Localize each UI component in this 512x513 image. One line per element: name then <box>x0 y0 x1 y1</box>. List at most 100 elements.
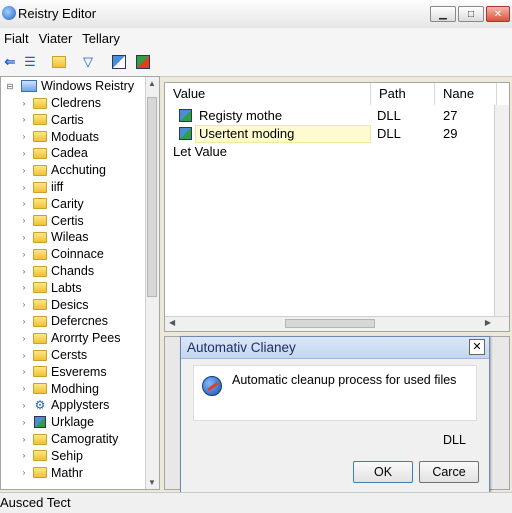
tree-item[interactable]: › Desics <box>1 297 89 313</box>
tree-item[interactable]: › Urklage <box>1 414 94 430</box>
column-header-value[interactable]: Value <box>165 83 371 105</box>
expand-arrow-icon[interactable]: › <box>19 283 29 292</box>
expand-arrow-icon[interactable]: › <box>19 317 29 326</box>
list-row[interactable]: Usertent moding DLL 29 1 <box>165 125 502 143</box>
tree-item[interactable]: › Cadea <box>1 145 88 161</box>
expand-arrow-icon[interactable]: › <box>19 99 29 108</box>
values-list[interactable]: Value Path Nane Registy mothe DLL 27 2 U… <box>164 82 510 332</box>
scroll-down-arrow-icon[interactable]: ▼ <box>148 478 156 487</box>
folder-icon <box>33 147 47 159</box>
tree-item[interactable]: › Cartis <box>1 112 84 128</box>
tree-item[interactable]: › Sehip <box>1 448 83 464</box>
scroll-left-arrow-icon[interactable]: ◀ <box>169 318 175 327</box>
tree-vertical-scrollbar[interactable]: ▲ ▼ <box>145 77 159 489</box>
expand-arrow-icon[interactable]: › <box>19 384 29 393</box>
tree-item[interactable]: › Acchuting <box>1 162 106 178</box>
expand-arrow-icon[interactable]: › <box>19 334 29 343</box>
row-value: Registy mothe <box>199 108 283 123</box>
folder-icon <box>33 181 47 193</box>
expand-arrow-icon[interactable]: › <box>19 468 29 477</box>
tree-item[interactable]: › Arorrty Pees <box>1 330 121 346</box>
expand-arrow-icon[interactable]: › <box>19 418 29 427</box>
registry-tree[interactable]: ⊟ Windows Reistry › Cledrens › Cartis › Moduats… <box>0 76 160 490</box>
folder-icon <box>33 315 47 327</box>
list-horizontal-scrollbar[interactable]: ◀ ▶ <box>165 316 509 331</box>
filter-icon[interactable]: ▽ <box>80 54 96 70</box>
list-vertical-scrollbar[interactable] <box>494 105 509 317</box>
app-icon <box>34 416 46 429</box>
minimize-button[interactable]: ▁ <box>430 6 456 22</box>
tree-item-label: Applysters <box>51 398 110 413</box>
expand-arrow-icon[interactable]: › <box>19 183 29 192</box>
tree-item[interactable]: › Chands <box>1 263 94 279</box>
dialog-close-button[interactable]: ✕ <box>469 339 485 355</box>
expand-arrow-icon[interactable]: › <box>19 401 29 410</box>
ok-button[interactable]: OK <box>353 461 413 483</box>
tree-item-label: Urklage <box>51 415 95 430</box>
row-name: 29 <box>443 126 458 141</box>
cleanup-dialog: Automativ Clianey ✕ Automatic cleanup pr… <box>180 336 490 494</box>
tree-item[interactable]: › Esverems <box>1 364 107 380</box>
expand-arrow-icon[interactable]: › <box>19 132 29 141</box>
folder-tool-icon[interactable] <box>52 54 68 70</box>
tree-item[interactable]: › Coinnace <box>1 246 104 262</box>
tree-item-label: Modhing <box>51 381 99 396</box>
tree-item-label: Acchuting <box>51 163 106 178</box>
row-path: DLL <box>377 126 401 141</box>
expand-minus-icon[interactable]: ⊟ <box>5 82 15 91</box>
tree-item[interactable]: › Certis <box>1 213 84 229</box>
expand-arrow-icon[interactable]: › <box>19 451 29 460</box>
tree-item[interactable]: › Mathr <box>1 465 83 481</box>
back-arrow-icon[interactable]: ⇐ <box>2 54 18 70</box>
tree-item[interactable]: › Moduats <box>1 129 99 145</box>
folder-icon <box>33 467 47 479</box>
tree-item[interactable]: › iiff <box>1 179 64 195</box>
tree-scroll-thumb[interactable] <box>147 97 157 297</box>
expand-arrow-icon[interactable]: › <box>19 149 29 158</box>
maximize-button[interactable]: □ <box>458 6 484 22</box>
tree-item-label: Moduats <box>51 129 99 144</box>
expand-arrow-icon[interactable]: › <box>19 367 29 376</box>
tree-item[interactable]: › Cledrens <box>1 95 101 111</box>
folder-icon <box>33 299 47 311</box>
tree-item[interactable]: › Modhing <box>1 381 99 397</box>
expand-arrow-icon[interactable]: › <box>19 250 29 259</box>
list-hscroll-thumb[interactable] <box>285 319 375 328</box>
expand-arrow-icon[interactable]: › <box>19 267 29 276</box>
expand-arrow-icon[interactable]: › <box>19 166 29 175</box>
tree-item[interactable]: › Wileas <box>1 229 89 245</box>
expand-arrow-icon[interactable]: › <box>19 199 29 208</box>
expand-arrow-icon[interactable]: › <box>19 300 29 309</box>
tree-item[interactable]: › ⚙ Applysters <box>1 397 110 413</box>
scroll-right-arrow-icon[interactable]: ▶ <box>485 318 491 327</box>
dialog-title-bar[interactable]: Automativ Clianey ✕ <box>181 337 489 359</box>
expand-arrow-icon[interactable]: › <box>19 216 29 225</box>
expand-arrow-icon[interactable]: › <box>19 115 29 124</box>
registry-file-icon[interactable] <box>112 54 128 70</box>
list-row[interactable]: Registy mothe DLL 27 2 <box>165 107 502 125</box>
folder-icon <box>33 248 47 260</box>
menu-item-fialt[interactable]: Fialt <box>4 31 29 46</box>
menu-item-tellary[interactable]: Tellary <box>82 31 120 46</box>
menu-item-viater[interactable]: Viater <box>39 31 73 46</box>
cancel-button[interactable]: Carce <box>419 461 479 483</box>
export-icon[interactable] <box>136 54 152 70</box>
tree-item[interactable]: › Labts <box>1 280 82 296</box>
folder-icon <box>33 349 47 361</box>
tree-item[interactable]: › Cersts <box>1 347 87 363</box>
registry-editor-icon <box>2 6 16 20</box>
tree-item-label: Certis <box>51 213 84 228</box>
folder-icon <box>33 114 47 126</box>
scroll-up-arrow-icon[interactable]: ▲ <box>148 79 156 88</box>
column-header-name[interactable]: Nane <box>435 83 497 105</box>
column-header-path[interactable]: Path <box>371 83 435 105</box>
tree-root-item[interactable]: ⊟ Windows Reistry <box>1 78 134 94</box>
list-view-icon[interactable]: ☰ <box>22 54 38 70</box>
tree-item[interactable]: › Camogratity <box>1 431 119 447</box>
expand-arrow-icon[interactable]: › <box>19 351 29 360</box>
tree-item[interactable]: › Carity <box>1 196 84 212</box>
expand-arrow-icon[interactable]: › <box>19 435 29 444</box>
expand-arrow-icon[interactable]: › <box>19 233 29 242</box>
close-button[interactable]: ✕ <box>486 6 510 22</box>
tree-item[interactable]: › Defercnes <box>1 313 108 329</box>
